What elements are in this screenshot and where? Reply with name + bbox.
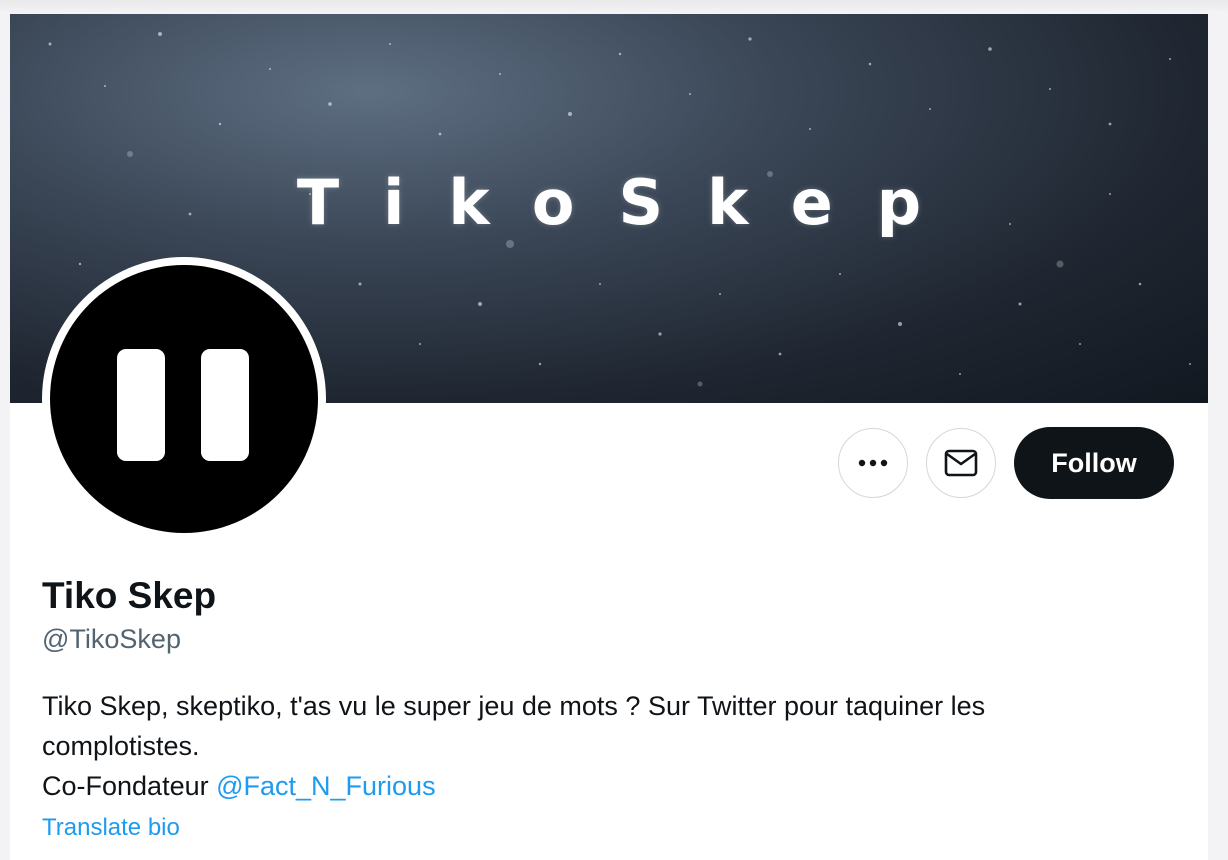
banner-title: TikoSkep bbox=[296, 166, 966, 239]
top-strip bbox=[0, 0, 1228, 14]
left-gutter bbox=[0, 14, 10, 860]
avatar-image bbox=[50, 265, 318, 533]
bio-line: Co-Fondateur @Fact_N_Furious bbox=[42, 766, 1162, 806]
display-name: Tiko Skep bbox=[42, 575, 217, 616]
profile-card: TikoSkep Follow Tiko Skep @TikoSkep Tiko… bbox=[10, 14, 1209, 860]
bio-line: complotistes. bbox=[42, 731, 200, 761]
mention-link[interactable]: @Fact_N_Furious bbox=[216, 771, 435, 801]
message-button[interactable] bbox=[926, 428, 996, 498]
pause-icon-bar-right bbox=[201, 349, 249, 461]
follow-button[interactable]: Follow bbox=[1014, 427, 1174, 499]
bio-line: Tiko Skep, skeptiko, t'as vu le super je… bbox=[42, 691, 986, 721]
user-handle: @TikoSkep bbox=[42, 624, 181, 654]
pause-icon-bar-left bbox=[117, 349, 165, 461]
avatar[interactable] bbox=[42, 257, 326, 541]
more-button[interactable] bbox=[838, 428, 908, 498]
profile-page: TikoSkep Follow Tiko Skep @TikoSkep Tiko… bbox=[0, 0, 1228, 860]
profile-bio: Tiko Skep, skeptiko, t'as vu le super je… bbox=[42, 686, 1162, 806]
right-gutter bbox=[1208, 14, 1228, 860]
envelope-icon bbox=[944, 449, 978, 477]
translate-bio-link[interactable]: Translate bio bbox=[42, 814, 180, 842]
bio-text: Co-Fondateur bbox=[42, 771, 217, 801]
more-horizontal-icon bbox=[858, 459, 888, 467]
